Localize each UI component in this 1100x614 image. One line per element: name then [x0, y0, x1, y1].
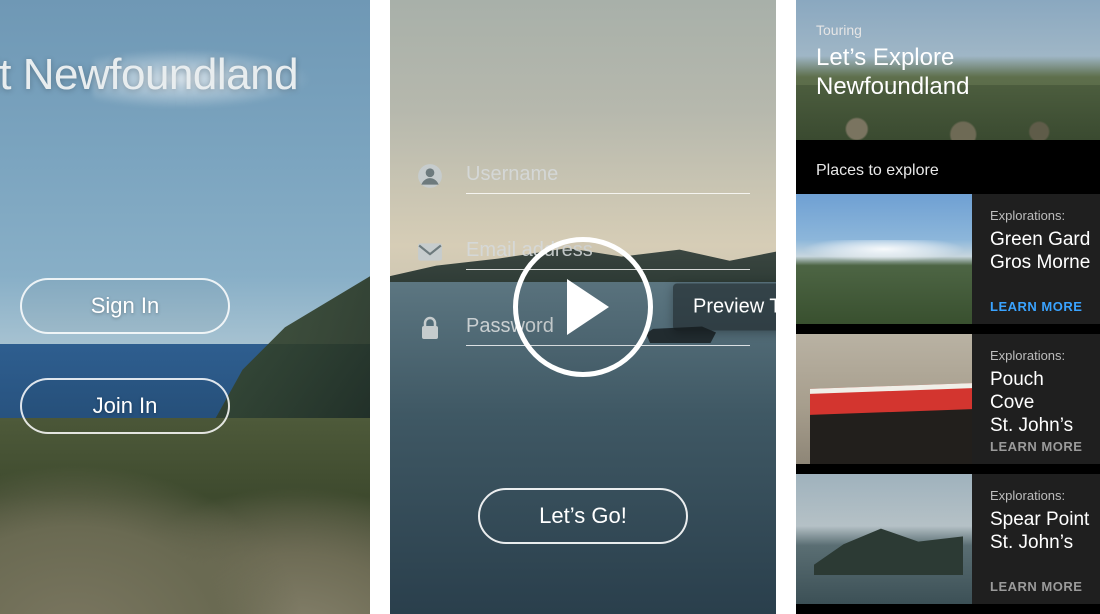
mail-icon	[416, 238, 444, 266]
sign-in-button[interactable]: Sign In	[20, 278, 230, 334]
explore-kicker: Touring	[816, 22, 1100, 38]
learn-more-link[interactable]: LEARN MORE	[990, 299, 1092, 314]
place-card[interactable]: Explorations: Green Gard Gros Morne LEAR…	[796, 194, 1100, 324]
place-thumbnail	[796, 334, 972, 464]
lets-go-button[interactable]: Let’s Go!	[478, 488, 688, 544]
screen-separator	[370, 0, 390, 614]
place-thumbnail	[796, 474, 972, 604]
play-button[interactable]	[513, 237, 653, 377]
welcome-bg-land	[0, 418, 370, 614]
place-thumbnail	[796, 194, 972, 324]
place-title: Green Gard Gros Morne	[990, 229, 1092, 275]
username-field	[416, 152, 750, 210]
screen-explore: Touring Let’s Explore Newfoundland Place…	[796, 0, 1100, 614]
place-card[interactable]: Explorations: Spear Point St. John’s LEA…	[796, 474, 1100, 604]
place-body: Explorations: Spear Point St. John’s LEA…	[972, 474, 1100, 604]
welcome-title: it Newfoundland	[0, 50, 298, 100]
course-preview-stage: it Newfoundland Sign In Join In	[0, 0, 1100, 614]
place-eyebrow: Explorations:	[990, 488, 1092, 503]
screen-separator	[776, 0, 796, 614]
preview-overlay: Preview This Course	[513, 237, 653, 377]
place-eyebrow: Explorations:	[990, 208, 1092, 223]
place-eyebrow: Explorations:	[990, 348, 1092, 363]
play-icon	[567, 279, 609, 335]
screen-signup: Let’s Go! Preview This Course	[390, 0, 776, 614]
explore-hero-title: Let’s Explore Newfoundland	[816, 44, 1100, 102]
lock-icon	[416, 314, 444, 342]
learn-more-link[interactable]: LEARN MORE	[990, 439, 1092, 454]
place-title: Spear Point St. John’s	[990, 509, 1092, 555]
places-list: Explorations: Green Gard Gros Morne LEAR…	[796, 194, 1100, 604]
user-icon	[416, 162, 444, 190]
join-in-button[interactable]: Join In	[20, 378, 230, 434]
screen-welcome: it Newfoundland Sign In Join In	[0, 0, 370, 614]
learn-more-link[interactable]: LEARN MORE	[990, 579, 1092, 594]
place-body: Explorations: Green Gard Gros Morne LEAR…	[972, 194, 1100, 324]
place-body: Explorations: Pouch Cove St. John’s LEAR…	[972, 334, 1100, 464]
explore-hero-text: Touring Let’s Explore Newfoundland	[816, 22, 1100, 102]
place-title: Pouch Cove St. John’s	[990, 369, 1092, 437]
places-section-label: Places to explore	[796, 140, 1100, 194]
preview-course-label[interactable]: Preview This Course	[673, 284, 776, 331]
explore-hero: Touring Let’s Explore Newfoundland	[796, 0, 1100, 140]
username-input[interactable]	[466, 156, 750, 194]
place-card[interactable]: Explorations: Pouch Cove St. John’s LEAR…	[796, 334, 1100, 464]
